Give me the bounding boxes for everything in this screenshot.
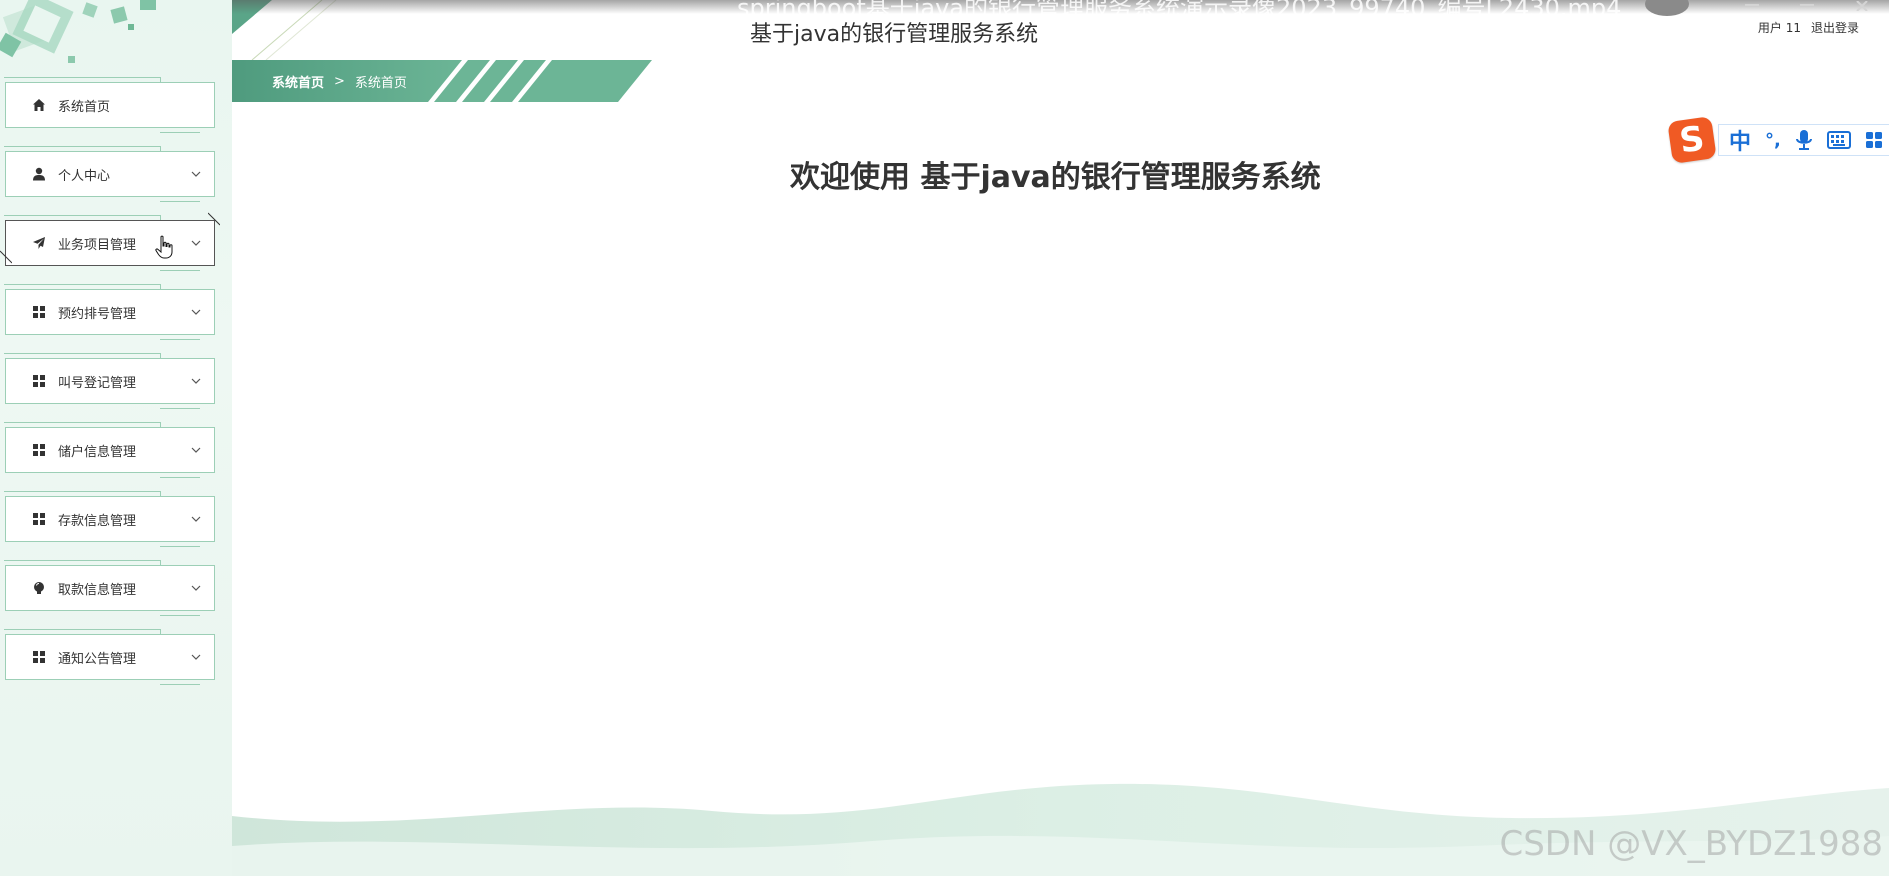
chevron-down-icon <box>191 447 201 453</box>
logout-link[interactable]: 退出登录 <box>1811 19 1859 36</box>
sidebar-item-business-projects[interactable]: 业务项目管理 <box>0 212 220 271</box>
breadcrumb-home-link[interactable]: 系统首页 <box>272 72 324 91</box>
restore-window-icon[interactable] <box>1745 0 1759 6</box>
send-icon <box>30 234 48 252</box>
breadcrumb: 系统首页 > 系统首页 <box>272 60 407 102</box>
sidebar-item-appointment-queue[interactable]: 预约排号管理 <box>4 284 215 340</box>
sidebar-item-personal-center[interactable]: 个人中心 <box>4 146 215 202</box>
video-overlay: springboot基于java的银行管理服务系统演示录像2023_99740_… <box>232 0 1889 22</box>
chevron-down-icon <box>191 240 201 246</box>
keyboard-icon[interactable] <box>1826 131 1851 149</box>
toolbox-grid-icon[interactable] <box>1865 131 1883 149</box>
sidebar-item-label: 存款信息管理 <box>58 513 137 529</box>
current-user-label: 用户 11 <box>1757 21 1801 35</box>
user-area: 用户 11 退出登录 <box>1758 19 1859 36</box>
ime-toolbar: S 中 °, <box>1667 116 1889 164</box>
user-icon <box>30 165 48 183</box>
minimize-window-icon[interactable] <box>1800 0 1814 6</box>
system-title: 基于java的银行管理服务系统 <box>750 22 1039 47</box>
sidebar: 系统首页 个人中心 业务项目管理 预约排号管理 叫号登记管理 储户信息管理 存款… <box>0 0 232 876</box>
ime-mode-toggle[interactable]: 中 <box>1729 124 1751 156</box>
close-window-icon[interactable] <box>1855 0 1869 12</box>
sidebar-item-deposit-info[interactable]: 存款信息管理 <box>4 491 215 547</box>
sidebar-item-call-registration[interactable]: 叫号登记管理 <box>4 353 215 409</box>
breadcrumb-separator: > <box>334 73 345 89</box>
sidebar-decoration <box>0 0 156 63</box>
sidebar-item-home[interactable]: 系统首页 <box>4 77 215 133</box>
sidebar-item-label: 系统首页 <box>58 99 111 115</box>
sidebar-item-label: 取款信息管理 <box>58 582 137 598</box>
home-icon <box>30 96 48 114</box>
microphone-icon[interactable] <box>1795 129 1813 151</box>
ime-punctuation-toggle[interactable]: °, <box>1765 130 1781 151</box>
chevron-down-icon <box>191 378 201 384</box>
grid-icon <box>30 648 48 666</box>
welcome-heading: 欢迎使用 基于java的银行管理服务系统 <box>790 160 1321 195</box>
sogou-logo-icon[interactable]: S <box>1667 116 1717 164</box>
sidebar-item-label: 通知公告管理 <box>58 651 137 667</box>
chevron-down-icon <box>191 171 201 177</box>
sidebar-item-label: 预约排号管理 <box>58 306 137 322</box>
sidebar-item-withdrawal-info[interactable]: 取款信息管理 <box>4 560 215 616</box>
grid-icon <box>30 372 48 390</box>
sidebar-item-depositor-info[interactable]: 储户信息管理 <box>4 422 215 478</box>
sidebar-item-notice-announcements[interactable]: 通知公告管理 <box>4 629 215 685</box>
ime-bar: 中 °, <box>1718 124 1889 156</box>
breadcrumb-banner: 系统首页 > 系统首页 <box>232 60 652 102</box>
watermark-text: CSDN @VX_BYDZ1988 <box>1499 824 1883 864</box>
video-control-button[interactable] <box>1645 0 1689 16</box>
breadcrumb-current: 系统首页 <box>354 75 407 91</box>
bulb-icon <box>30 579 48 597</box>
grid-icon <box>30 303 48 321</box>
hand-cursor-icon <box>155 235 173 259</box>
sidebar-item-label: 个人中心 <box>58 168 111 184</box>
chevron-down-icon <box>191 516 201 522</box>
sidebar-item-label: 叫号登记管理 <box>58 375 137 391</box>
grid-icon <box>30 441 48 459</box>
sidebar-item-label: 储户信息管理 <box>58 444 137 460</box>
chevron-down-icon <box>191 309 201 315</box>
grid-icon <box>30 510 48 528</box>
chevron-down-icon <box>191 585 201 591</box>
sidebar-menu: 系统首页 个人中心 业务项目管理 预约排号管理 叫号登记管理 储户信息管理 存款… <box>0 77 220 703</box>
chevron-down-icon <box>191 654 201 660</box>
